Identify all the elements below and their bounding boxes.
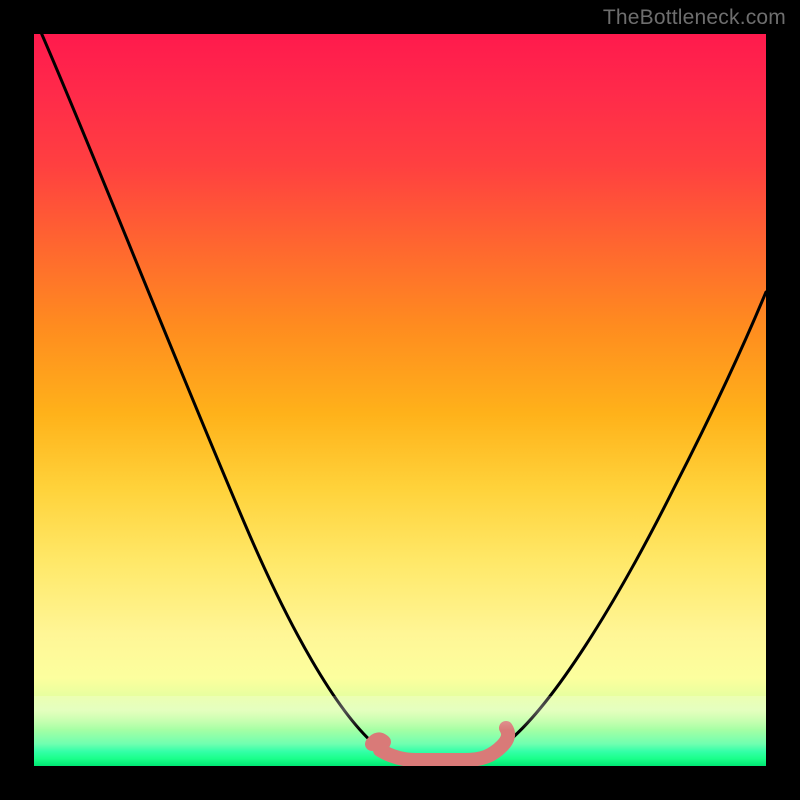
watermark-text: TheBottleneck.com (603, 6, 786, 30)
chart-frame: TheBottleneck.com (0, 0, 800, 800)
optimal-zone-dot (372, 734, 384, 746)
optimal-zone-marker (372, 728, 508, 760)
chart-svg (34, 34, 766, 766)
bottleneck-curve (40, 34, 766, 760)
chart-plot-area (34, 34, 766, 766)
